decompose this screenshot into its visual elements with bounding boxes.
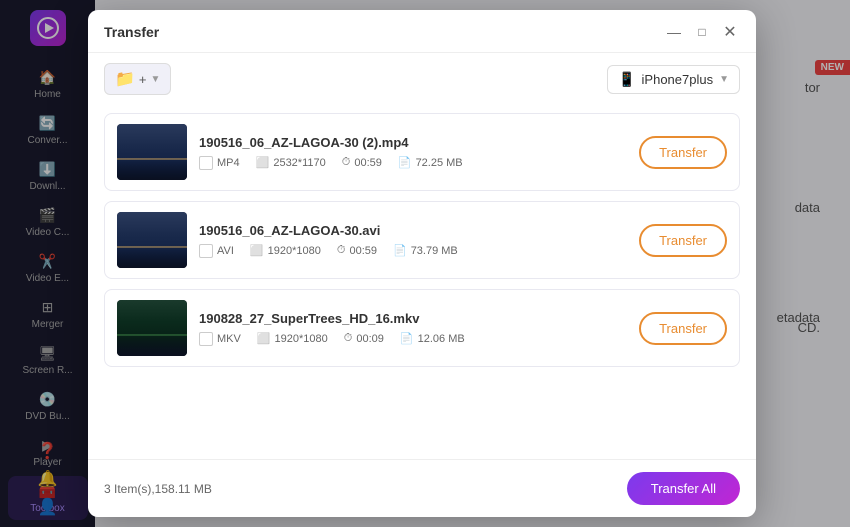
file-info: 190516_06_AZ-LAGOA-30.avi AVI ⬜ 1920*108… bbox=[199, 223, 627, 258]
file-item: 190516_06_AZ-LAGOA-30 (2).mp4 MP4 ⬜ 2532… bbox=[104, 113, 740, 191]
file-thumbnail bbox=[117, 212, 187, 268]
add-btn-label: + bbox=[139, 72, 147, 87]
file-size: 📄 12.06 MB bbox=[400, 332, 465, 345]
file-format: AVI bbox=[199, 244, 234, 258]
close-button[interactable]: ✕ bbox=[720, 22, 740, 42]
format-checkbox bbox=[199, 332, 213, 346]
file-resolution: ⬜ 1920*1080 bbox=[250, 244, 321, 257]
dialog-title: Transfer bbox=[104, 24, 159, 40]
app-background: 🏠 Home 🔄 Conver... ⬇️ Downl... 🎬 Video C… bbox=[0, 0, 850, 527]
format-checkbox bbox=[199, 156, 213, 170]
device-name: iPhone7plus bbox=[642, 72, 714, 87]
dropdown-arrow-icon: ▼ bbox=[151, 74, 161, 85]
file-resolution: ⬜ 2532*1170 bbox=[256, 156, 326, 169]
file-size: 📄 72.25 MB bbox=[398, 156, 463, 169]
file-format: MP4 bbox=[199, 156, 240, 170]
file-info: 190516_06_AZ-LAGOA-30 (2).mp4 MP4 ⬜ 2532… bbox=[199, 135, 627, 170]
transfer-button-2[interactable]: Transfer bbox=[639, 224, 727, 257]
file-format: MKV bbox=[199, 332, 241, 346]
dialog-titlebar: Transfer — □ ✕ bbox=[88, 10, 756, 53]
dropdown-icon: ▼ bbox=[719, 74, 729, 85]
format-checkbox bbox=[199, 244, 213, 258]
file-name: 190828_27_SuperTrees_HD_16.mkv bbox=[199, 311, 627, 326]
maximize-button[interactable]: □ bbox=[692, 22, 712, 42]
transfer-button-3[interactable]: Transfer bbox=[639, 312, 727, 345]
transfer-all-button[interactable]: Transfer All bbox=[627, 472, 740, 505]
dialog-toolbar: 📁 + ▼ 📱 iPhone7plus ▼ bbox=[88, 53, 756, 105]
file-list: 190516_06_AZ-LAGOA-30 (2).mp4 MP4 ⬜ 2532… bbox=[88, 105, 756, 459]
footer-info: 3 Item(s),158.11 MB bbox=[104, 482, 212, 496]
file-meta: MP4 ⬜ 2532*1170 ⏱ 00:59 📄 72.25 MB bbox=[199, 156, 627, 170]
transfer-button-1[interactable]: Transfer bbox=[639, 136, 727, 169]
file-size: 📄 73.79 MB bbox=[393, 244, 458, 257]
file-thumbnail bbox=[117, 124, 187, 180]
file-duration: ⏱ 00:59 bbox=[337, 244, 377, 257]
file-item: 190516_06_AZ-LAGOA-30.avi AVI ⬜ 1920*108… bbox=[104, 201, 740, 279]
file-name: 190516_06_AZ-LAGOA-30.avi bbox=[199, 223, 627, 238]
device-selector[interactable]: 📱 iPhone7plus ▼ bbox=[607, 65, 740, 94]
file-resolution: ⬜ 1920*1080 bbox=[257, 332, 328, 345]
dialog-footer: 3 Item(s),158.11 MB Transfer All bbox=[88, 459, 756, 517]
file-thumbnail bbox=[117, 300, 187, 356]
minimize-button[interactable]: — bbox=[664, 22, 684, 42]
file-meta: MKV ⬜ 1920*1080 ⏱ 00:09 📄 12.06 MB bbox=[199, 332, 627, 346]
file-info: 190828_27_SuperTrees_HD_16.mkv MKV ⬜ 192… bbox=[199, 311, 627, 346]
transfer-dialog: Transfer — □ ✕ 📁 + ▼ 📱 iPhone7plus ▼ bbox=[88, 10, 756, 517]
file-item: 190828_27_SuperTrees_HD_16.mkv MKV ⬜ 192… bbox=[104, 289, 740, 367]
file-duration: ⏱ 00:59 bbox=[342, 156, 382, 169]
phone-icon: 📱 bbox=[618, 71, 635, 88]
file-name: 190516_06_AZ-LAGOA-30 (2).mp4 bbox=[199, 135, 627, 150]
file-meta: AVI ⬜ 1920*1080 ⏱ 00:59 📄 73.79 MB bbox=[199, 244, 627, 258]
add-file-button[interactable]: 📁 + ▼ bbox=[104, 63, 171, 95]
add-icon: 📁 bbox=[115, 69, 135, 89]
file-duration: ⏱ 00:09 bbox=[344, 332, 384, 345]
